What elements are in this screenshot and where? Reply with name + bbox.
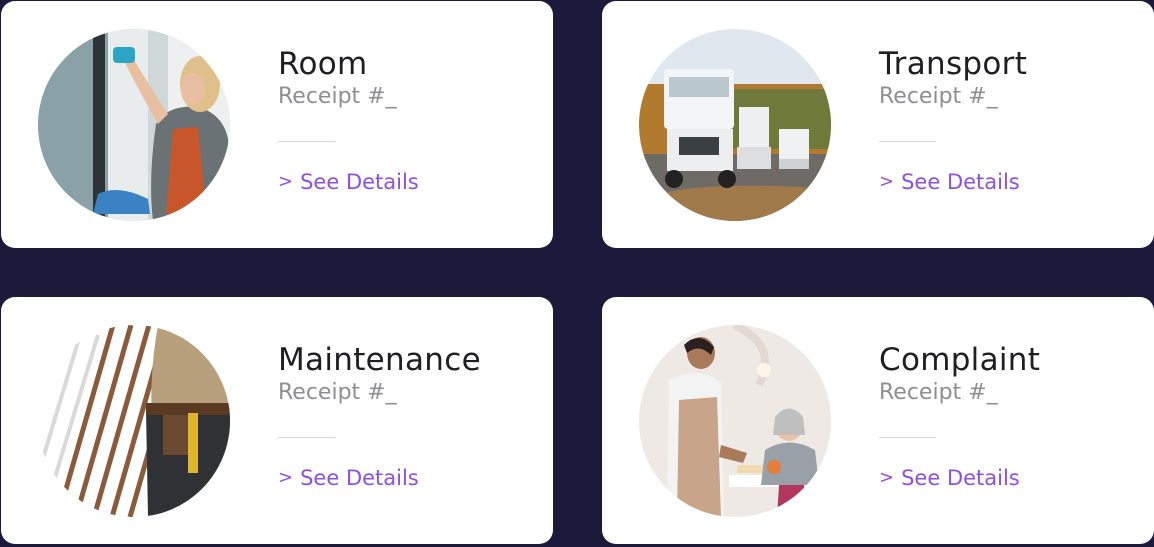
service-card-complaint: Complaint Receipt #_ > See Details [602, 297, 1154, 544]
see-details-link[interactable]: > See Details [879, 168, 1020, 198]
divider [278, 437, 335, 438]
divider [879, 141, 936, 142]
card-title: Maintenance [278, 342, 481, 378]
service-card-room: Room Receipt #_ > See Details [1, 1, 553, 248]
chevron-right-icon: > [879, 171, 895, 192]
see-details-link[interactable]: > See Details [278, 464, 419, 494]
see-details-label: See Details [901, 170, 1020, 194]
service-card-transport: Transport Receipt #_ > See Details [602, 1, 1154, 248]
receipt-number: Receipt #_ [879, 84, 998, 109]
see-details-label: See Details [901, 466, 1020, 490]
housekeeping-photo [38, 29, 230, 221]
card-title: Transport [879, 46, 1028, 82]
tool-belt-photo [38, 325, 230, 517]
divider [879, 437, 936, 438]
card-title: Room [278, 46, 368, 82]
divider [278, 141, 335, 142]
see-details-link[interactable]: > See Details [879, 464, 1020, 494]
chevron-right-icon: > [278, 467, 294, 488]
chevron-right-icon: > [879, 467, 895, 488]
receipt-number: Receipt #_ [278, 84, 397, 109]
receipt-number: Receipt #_ [879, 380, 998, 405]
trucks-photo [639, 29, 831, 221]
see-details-label: See Details [300, 170, 419, 194]
see-details-link[interactable]: > See Details [278, 168, 419, 198]
card-title: Complaint [879, 342, 1041, 378]
service-card-maintenance: Maintenance Receipt #_ > See Details [1, 297, 553, 544]
chevron-right-icon: > [278, 171, 294, 192]
receipt-number: Receipt #_ [278, 380, 397, 405]
restaurant-photo [639, 325, 831, 517]
see-details-label: See Details [300, 466, 419, 490]
